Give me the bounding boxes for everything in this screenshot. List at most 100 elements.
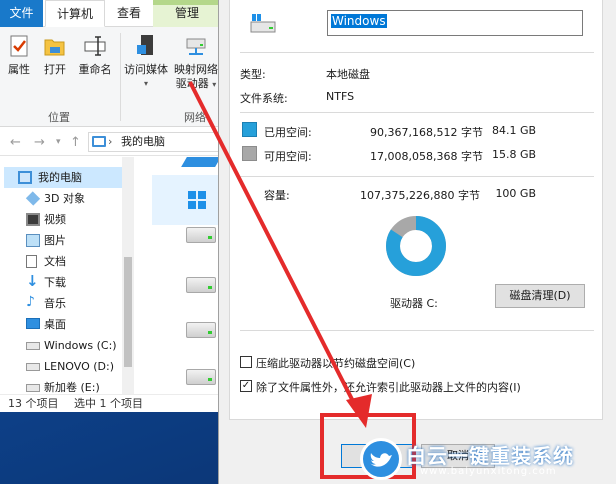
used-space-bytes: 90,367,168,512 字节 <box>370 126 483 139</box>
nav-item-label: 图片 <box>44 234 66 247</box>
up-arrow-icon[interactable]: ↑ <box>70 135 81 150</box>
tab-view[interactable]: 查看 <box>105 0 153 27</box>
drive-icon[interactable] <box>186 277 216 293</box>
rename-label: 重命名 <box>78 63 112 76</box>
divider <box>240 176 594 177</box>
scrollbar-thumb[interactable] <box>124 257 132 367</box>
drive-icon[interactable] <box>186 369 216 385</box>
free-space-size: 15.8 GB <box>492 148 537 161</box>
nav-item-drive-c[interactable]: Windows (C:) <box>0 335 126 356</box>
divider <box>240 112 594 113</box>
map-drive-label-line1: 映射网络 <box>174 63 218 76</box>
document-icon <box>26 255 37 268</box>
folder-open-icon <box>44 39 65 56</box>
folder-partial-icon <box>181 157 221 167</box>
nav-item-documents[interactable]: 文档 <box>0 251 126 272</box>
drive-icon[interactable] <box>186 322 216 338</box>
selection-count: 选中 1 个项目 <box>74 397 143 410</box>
forward-arrow-icon[interactable]: → <box>34 135 45 150</box>
nav-item-desktop[interactable]: 桌面 <box>0 314 126 335</box>
breadcrumb-chevron-icon: › <box>108 135 113 148</box>
nav-item-downloads[interactable]: ↓ 下载 <box>0 272 126 293</box>
manage-tab-accent <box>153 0 221 5</box>
drive-name-value: Windows <box>331 14 387 28</box>
drive-icon[interactable] <box>186 227 216 243</box>
map-drive-label-line2: 驱动器 <box>175 77 209 90</box>
type-label: 类型: <box>240 68 266 81</box>
filesystem-value: NTFS <box>326 90 355 103</box>
open-button[interactable]: 打开 <box>38 33 72 77</box>
nav-item-label: LENOVO (D:) <box>44 360 115 373</box>
drive-icon <box>26 363 40 371</box>
nav-scrollbar[interactable] <box>122 157 134 394</box>
properties-label: 属性 <box>8 63 30 76</box>
nav-item-label: Windows (C:) <box>44 339 117 352</box>
rename-icon <box>84 36 106 56</box>
tab-file[interactable]: 文件 <box>0 0 43 27</box>
ribbon-separator <box>120 33 121 121</box>
windows-logo-icon <box>188 191 206 209</box>
nav-item-3d-objects[interactable]: 3D 对象 <box>0 188 126 209</box>
computer-icon <box>18 171 32 184</box>
nav-item-drive-d[interactable]: LENOVO (D:) <box>0 356 126 377</box>
file-explorer-window: 文件 计算机 查看 管理 属性 打开 重命名 访问媒体 ▾ 映射网络 驱动器 ▾… <box>0 0 232 412</box>
properties-button[interactable]: 属性 <box>4 33 34 77</box>
group-network-label: 网络 <box>184 111 206 124</box>
desktop-icon <box>26 318 40 329</box>
music-icon: ♪ <box>26 294 35 310</box>
nav-item-label: 文档 <box>44 255 66 268</box>
free-space-swatch <box>242 146 257 161</box>
drive-name-input[interactable]: Windows <box>327 10 583 36</box>
nav-item-label: 新加卷 (E:) <box>44 381 100 394</box>
used-space-size: 84.1 GB <box>492 124 537 137</box>
index-checkbox[interactable]: ✓ <box>240 380 252 392</box>
address-input[interactable]: › 我的电脑 <box>88 132 228 152</box>
item-count: 13 个项目 <box>8 397 59 410</box>
type-value: 本地磁盘 <box>326 68 370 81</box>
filesystem-label: 文件系统: <box>240 92 288 105</box>
compress-label: 压缩此驱动器以节约磁盘空间(C) <box>256 357 416 370</box>
general-tab-panel: Windows 类型: 本地磁盘 文件系统: NTFS 已用空间: 90,367… <box>229 0 603 420</box>
nav-item-pictures[interactable]: 图片 <box>0 230 126 251</box>
map-network-drive-button[interactable]: 映射网络 驱动器 ▾ <box>170 33 222 92</box>
media-icon <box>137 35 153 55</box>
back-arrow-icon[interactable]: ← <box>10 135 21 150</box>
nav-item-label: 下载 <box>44 276 66 289</box>
nav-item-music[interactable]: ♪ 音乐 <box>0 293 126 314</box>
open-label: 打开 <box>44 63 66 76</box>
free-space-bytes: 17,008,058,368 字节 <box>370 150 483 163</box>
capacity-bytes: 107,375,226,880 字节 <box>360 189 480 202</box>
nav-item-label: 3D 对象 <box>44 192 85 205</box>
download-icon: ↓ <box>26 272 39 290</box>
watermark-title: 白云一键重装系统 <box>406 444 574 468</box>
nav-item-my-computer[interactable]: 我的电脑 <box>4 167 122 188</box>
nav-item-label: 视频 <box>44 213 66 226</box>
rename-button[interactable]: 重命名 <box>76 33 114 77</box>
nav-item-label: 桌面 <box>44 318 66 331</box>
tab-computer[interactable]: 计算机 <box>45 0 105 27</box>
group-location-label: 位置 <box>48 111 70 124</box>
access-media-button[interactable]: 访问媒体 ▾ <box>122 33 170 91</box>
nav-item-drive-e[interactable]: 新加卷 (E:) <box>0 377 126 394</box>
address-path: 我的电脑 <box>121 135 165 148</box>
disk-cleanup-button[interactable]: 磁盘清理(D) <box>495 284 585 308</box>
cube-icon <box>25 191 41 206</box>
nav-item-videos[interactable]: 视频 <box>0 209 126 230</box>
compress-checkbox[interactable] <box>240 356 252 368</box>
ribbon-tabs: 文件 计算机 查看 管理 <box>0 0 232 27</box>
nav-item-label: 音乐 <box>44 297 66 310</box>
drive-properties-dialog: Windows 类型: 本地磁盘 文件系统: NTFS 已用空间: 90,367… <box>218 0 616 484</box>
index-label: 除了文件属性外，还允许索引此驱动器上文件的内容(I) <box>256 381 521 394</box>
divider <box>240 330 594 331</box>
drive-icon <box>250 14 276 33</box>
disk-usage-donut <box>386 216 446 276</box>
recent-chevron-icon[interactable]: ▾ <box>56 137 61 147</box>
used-space-swatch <box>242 122 257 137</box>
computer-icon <box>92 136 106 147</box>
navigation-pane: 我的电脑 3D 对象 视频 图片 文档 ↓ 下载 ♪ 音乐 桌面 Windows… <box>0 157 136 394</box>
watermark-url: www.baiyunxitong.com <box>420 466 557 477</box>
drive-icon <box>26 342 40 350</box>
drive-icon <box>26 384 40 392</box>
free-space-label: 可用空间: <box>264 150 312 163</box>
video-icon <box>26 213 40 226</box>
